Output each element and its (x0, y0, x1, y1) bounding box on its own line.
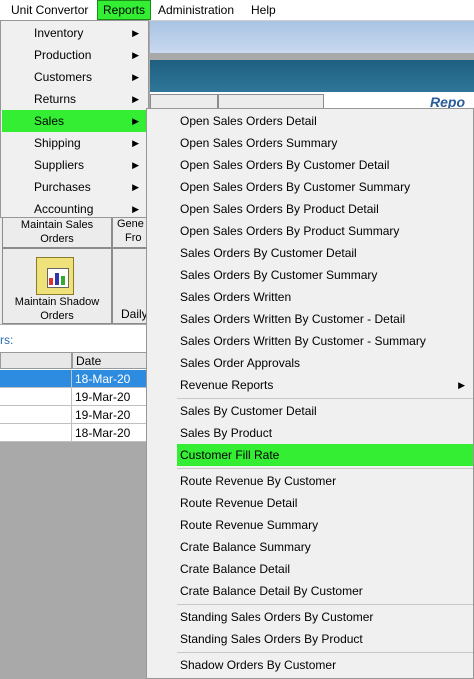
submenu-item[interactable]: Standing Sales Orders By Product (177, 628, 473, 650)
submenu-item[interactable]: Sales Order Approvals (177, 352, 473, 374)
menu-administration[interactable]: Administration (153, 1, 239, 19)
chevron-right-icon: ▶ (132, 28, 139, 38)
submenu-item[interactable]: Open Sales Orders By Product Detail (177, 198, 473, 220)
menu-item-purchases[interactable]: Purchases ▶ (2, 176, 147, 198)
chevron-right-icon: ▶ (132, 182, 139, 192)
maintain-shadow-orders-label: Maintain Shadow Orders (14, 296, 100, 322)
column-header-left[interactable] (0, 352, 72, 369)
submenu-item[interactable]: Shadow Orders By Customer (177, 654, 473, 676)
submenu-item[interactable]: Sales Orders Written By Customer - Detai… (177, 308, 473, 330)
header-band-dark (150, 60, 474, 92)
list-label-partial: rs: (0, 333, 14, 347)
menu-separator (177, 652, 473, 653)
submenu-item[interactable]: Open Sales Orders By Product Summary (177, 220, 473, 242)
table-row[interactable]: 19-Mar-20 (0, 388, 150, 406)
date-cell: 18-Mar-20 (72, 370, 150, 388)
submenu-item[interactable]: Open Sales Orders By Customer Detail (177, 154, 473, 176)
submenu-item-revenue-reports[interactable]: Revenue Reports ▶ (177, 374, 473, 396)
shadow-orders-icon (36, 257, 74, 295)
date-cell: 19-Mar-20 (72, 406, 150, 424)
submenu-item[interactable]: Route Revenue Summary (177, 514, 473, 536)
submenu-item[interactable]: Route Revenue Detail (177, 492, 473, 514)
menu-unit-convertor[interactable]: Unit Convertor (6, 1, 93, 19)
chevron-right-icon: ▶ (132, 116, 139, 126)
column-header-date[interactable]: Date (72, 352, 150, 369)
chevron-right-icon: ▶ (132, 204, 139, 214)
chevron-right-icon: ▶ (132, 160, 139, 170)
menu-bar: Unit Convertor Reports Administration He… (0, 0, 474, 21)
daily-tile-label: Daily (121, 307, 148, 321)
maintain-sales-orders-tile[interactable]: Maintain Sales Orders (2, 216, 112, 248)
menu-item-suppliers[interactable]: Suppliers ▶ (2, 154, 147, 176)
submenu-item[interactable]: Route Revenue By Customer (177, 470, 473, 492)
chevron-right-icon: ▶ (132, 72, 139, 82)
submenu-item-customer-fill-rate[interactable]: Customer Fill Rate (177, 444, 473, 466)
submenu-item[interactable]: Open Sales Orders By Customer Summary (177, 176, 473, 198)
table-row[interactable]: 19-Mar-20 (0, 406, 150, 424)
menu-separator (177, 468, 473, 469)
sales-submenu: Open Sales Orders Detail Open Sales Orde… (146, 108, 474, 679)
submenu-item[interactable]: Sales Orders Written (177, 286, 473, 308)
header-band-light (150, 21, 474, 53)
maintain-shadow-orders-tile[interactable]: Maintain Shadow Orders (2, 248, 112, 324)
menu-item-sales[interactable]: Sales ▶ (2, 110, 147, 132)
menu-item-customers[interactable]: Customers ▶ (2, 66, 147, 88)
menu-item-accounting[interactable]: Accounting ▶ (2, 198, 147, 220)
submenu-item[interactable]: Open Sales Orders Detail (177, 110, 473, 132)
submenu-item[interactable]: Sales Orders By Customer Summary (177, 264, 473, 286)
menu-separator (177, 604, 473, 605)
menu-separator (177, 398, 473, 399)
chevron-right-icon: ▶ (132, 138, 139, 148)
date-cell: 19-Mar-20 (72, 388, 150, 406)
chevron-right-icon: ▶ (458, 380, 465, 390)
submenu-item[interactable]: Crate Balance Detail By Customer (177, 580, 473, 602)
table-row[interactable]: 18-Mar-20 (0, 424, 150, 442)
from-tile-label: Fro (125, 232, 142, 244)
menu-item-inventory[interactable]: Inventory ▶ (2, 22, 147, 44)
submenu-item[interactable]: Sales Orders By Customer Detail (177, 242, 473, 264)
submenu-item[interactable]: Crate Balance Summary (177, 536, 473, 558)
submenu-item[interactable]: Standing Sales Orders By Customer (177, 606, 473, 628)
submenu-item[interactable]: Sales Orders Written By Customer - Summa… (177, 330, 473, 352)
submenu-item[interactable]: Sales By Customer Detail (177, 400, 473, 422)
menu-reports[interactable]: Reports (97, 0, 152, 20)
chevron-right-icon: ▶ (132, 94, 139, 104)
chevron-right-icon: ▶ (132, 50, 139, 60)
submenu-item[interactable]: Crate Balance Detail (177, 558, 473, 580)
menu-item-production[interactable]: Production ▶ (2, 44, 147, 66)
menu-help[interactable]: Help (246, 1, 281, 19)
maintain-sales-orders-label: Maintain Sales Orders (20, 219, 94, 245)
table-row[interactable]: 18-Mar-20 (0, 370, 150, 388)
reports-menu: Inventory ▶ Production ▶ Customers ▶ Return… (0, 20, 149, 218)
submenu-item[interactable]: Sales By Product (177, 422, 473, 444)
date-cell: 18-Mar-20 (72, 424, 150, 442)
menu-item-returns[interactable]: Returns ▶ (2, 88, 147, 110)
menu-item-shipping[interactable]: Shipping ▶ (2, 132, 147, 154)
submenu-item[interactable]: Open Sales Orders Summary (177, 132, 473, 154)
